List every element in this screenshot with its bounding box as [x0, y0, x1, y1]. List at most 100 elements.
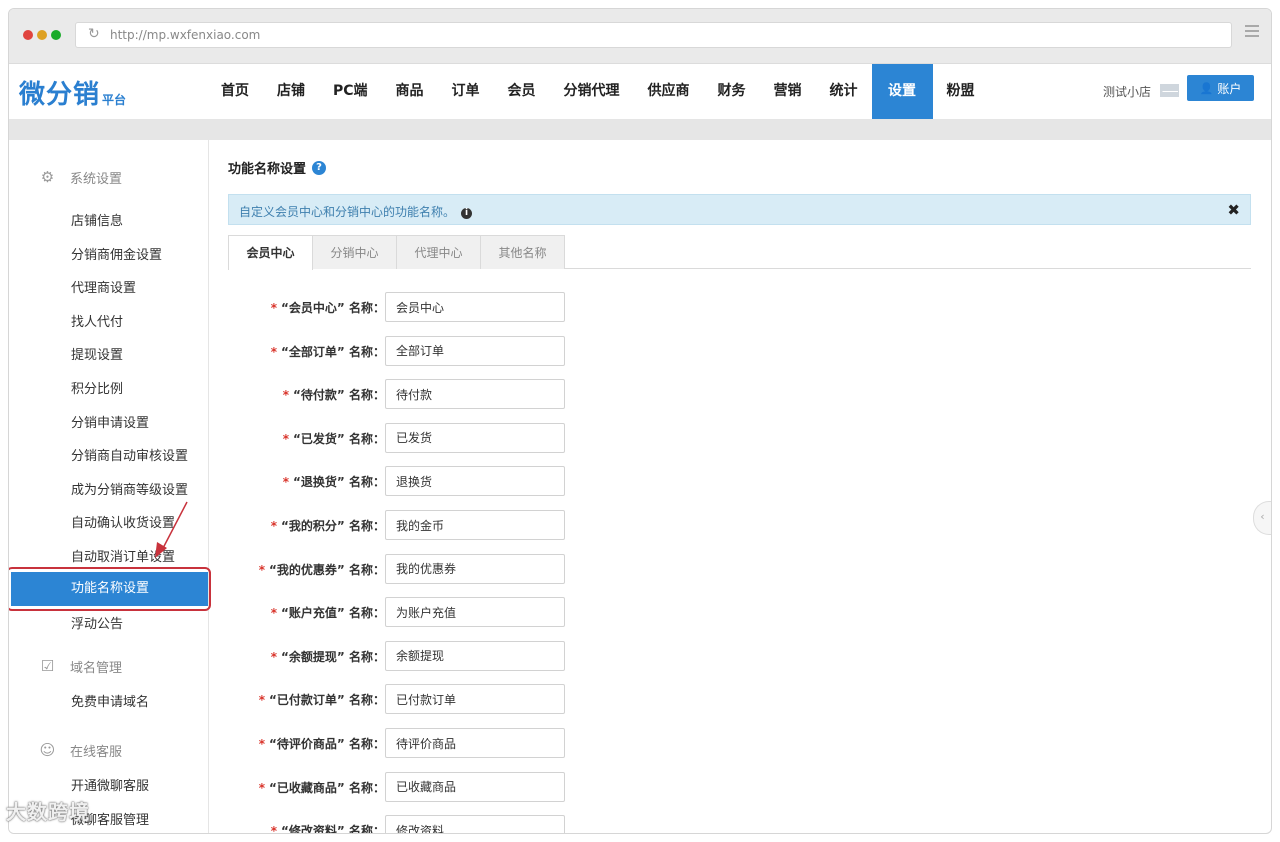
form-row: * “已发货” 名称： — [228, 422, 568, 453]
nav-item-6[interactable]: 分销代理 — [550, 64, 634, 119]
field-label-text: “待付款” 名称： — [293, 388, 385, 403]
sidebar-item-0-6[interactable]: 分销申请设置 — [71, 412, 149, 431]
required-marker: * — [258, 562, 266, 577]
logo[interactable]: 微分销 平台 — [19, 74, 126, 111]
nav-item-0[interactable]: 首页 — [207, 64, 263, 119]
annotation-highlight-box — [9, 566, 211, 611]
nav-item-8[interactable]: 财务 — [704, 64, 760, 119]
form-row: * “已付款订单” 名称： — [228, 684, 568, 715]
page-title-text: 功能名称设置 — [228, 162, 307, 177]
name-input[interactable] — [385, 466, 565, 497]
sidebar-item-0-1[interactable]: 分销商佣金设置 — [71, 244, 162, 263]
form-row: * “已收藏商品” 名称： — [228, 771, 568, 802]
sidebar-item-1-0[interactable]: 免费申请域名 — [71, 691, 149, 710]
browser-window: ↻ http://mp.wxfenxiao.com 微分销 平台 首页 店铺 PC端… — [8, 8, 1272, 834]
page-title: 功能名称设置 ? — [228, 158, 327, 177]
logo-sub-text: 平台 — [102, 93, 127, 107]
field-label-text: “退换货” 名称： — [293, 475, 385, 490]
name-input[interactable] — [385, 335, 565, 366]
field-label-text: “已收藏商品” 名称： — [269, 780, 385, 795]
form-row: * “退换货” 名称： — [228, 466, 568, 497]
sidebar-item-2-0[interactable]: 开通微聊客服 — [71, 775, 149, 794]
nav-item-5[interactable]: 会员 — [494, 64, 550, 119]
required-marker: * — [258, 737, 266, 751]
tab-1[interactable]: 分销中心 — [312, 235, 397, 269]
nav-item-7[interactable]: 供应商 — [634, 64, 704, 119]
nav-item-4[interactable]: 订单 — [438, 64, 494, 119]
tab-3[interactable]: 其他名称 — [480, 235, 565, 269]
field-label: * “我的优惠券” 名称： — [259, 561, 385, 578]
top-nav: 微分销 平台 首页 店铺 PC端 商品 订单 会员 分销代理 供应商 财务 营销 统计 设置 粉盟 测试… — [9, 64, 1271, 120]
form-row: * “全部订单” 名称： — [228, 335, 568, 366]
field-label: * “已发货” 名称： — [283, 430, 385, 447]
address-bar[interactable]: ↻ http://mp.wxfenxiao.com — [75, 22, 1232, 48]
mail-icon[interactable] — [1160, 84, 1179, 97]
logo-main-text: 微分销 — [19, 80, 101, 110]
field-label-text: “账户充值” 名称： — [281, 606, 385, 621]
browser-menu-icon[interactable] — [1245, 25, 1259, 40]
sidebar-item-0-4[interactable]: 提现设置 — [71, 344, 123, 363]
required-marker: * — [282, 475, 290, 490]
sidebar-item-0-12[interactable]: 浮动公告 — [71, 613, 123, 632]
name-input[interactable] — [385, 510, 565, 540]
nav-item-12[interactable]: 粉盟 — [933, 64, 989, 119]
sidebar-item-0-5[interactable]: 积分比例 — [71, 378, 123, 397]
name-input[interactable] — [385, 553, 565, 584]
tab-bar: 会员中心 分销中心 代理中心 其他名称 — [228, 235, 1251, 270]
required-marker: * — [258, 693, 266, 708]
name-input[interactable] — [385, 684, 565, 715]
name-input[interactable] — [385, 379, 565, 410]
field-label-text: “待评价商品” 名称： — [269, 737, 385, 751]
form-row: * “修改资料” 名称： — [228, 815, 568, 833]
sidebar-item-0-7[interactable]: 分销商自动审核设置 — [71, 445, 188, 464]
sidebar-item-0-3[interactable]: 找人代付 — [71, 311, 123, 330]
gear-icon: ⚙ — [40, 168, 55, 186]
notice-message: 自定义会员中心和分销中心的功能名称。 — [239, 205, 456, 219]
main-nav-menu: 首页 店铺 PC端 商品 订单 会员 分销代理 供应商 财务 营销 统计 设置 粉盟 — [207, 64, 989, 119]
nav-item-11[interactable]: 设置 — [871, 64, 933, 119]
field-label: * “已收藏商品” 名称： — [259, 779, 385, 796]
field-label-text: “已发货” 名称： — [293, 431, 385, 446]
name-input[interactable] — [385, 597, 565, 628]
nav-item-3[interactable]: 商品 — [382, 64, 438, 119]
form-row: * “我的积分” 名称： — [228, 510, 568, 540]
minimize-window-dot[interactable] — [37, 30, 47, 40]
tab-0[interactable]: 会员中心 — [228, 235, 313, 270]
reload-icon[interactable]: ↻ — [88, 26, 100, 42]
account-button[interactable]: 👤 账户 — [1187, 75, 1254, 101]
name-input[interactable] — [385, 771, 565, 802]
field-label-text: “我的优惠券” 名称： — [269, 562, 385, 577]
maximize-window-dot[interactable] — [51, 30, 61, 40]
sidebar-item-0-0[interactable]: 店铺信息 — [71, 210, 123, 229]
sidebar-item-0-2[interactable]: 代理商设置 — [71, 277, 136, 296]
chat-icon: ☺ — [39, 741, 56, 759]
shop-name[interactable]: 测试小店 — [1103, 83, 1151, 100]
name-input[interactable] — [385, 422, 565, 453]
name-input[interactable] — [385, 728, 565, 758]
info-icon[interactable]: i — [461, 208, 473, 219]
tab-2[interactable]: 代理中心 — [396, 235, 481, 269]
name-input[interactable] — [385, 292, 565, 322]
form-row: * “待评价商品” 名称： — [228, 728, 568, 758]
sidebar-section-2: ☺ 在线客服 — [39, 741, 122, 761]
field-label-text: “我的积分” 名称： — [281, 519, 385, 533]
name-input[interactable] — [385, 640, 565, 671]
name-input[interactable] — [385, 815, 565, 833]
nav-item-1[interactable]: 店铺 — [263, 64, 319, 119]
nav-item-2[interactable]: PC端 — [319, 64, 382, 119]
sidebar-section-0: ⚙ 系统设置 — [39, 168, 122, 188]
field-label: * “修改资料” 名称： — [271, 822, 385, 833]
help-icon[interactable]: ? — [312, 160, 327, 175]
collapse-panel-icon[interactable]: ‹ — [1253, 501, 1271, 535]
nav-item-10[interactable]: 统计 — [816, 64, 872, 119]
field-label: * “余额提现” 名称： — [271, 648, 385, 665]
close-window-dot[interactable] — [23, 30, 33, 40]
form-row: * “账户充值” 名称： — [228, 597, 568, 628]
form-row: * “会员中心” 名称： — [228, 292, 568, 322]
nav-item-9[interactable]: 营销 — [760, 64, 816, 119]
required-marker: * — [270, 344, 278, 359]
field-label: * “退换货” 名称： — [283, 473, 385, 490]
sidebar-item-0-8[interactable]: 成为分销商等级设置 — [71, 479, 188, 498]
close-icon[interactable]: ✖ — [1227, 201, 1240, 219]
notice-text: 自定义会员中心和分销中心的功能名称。 i — [239, 203, 473, 220]
